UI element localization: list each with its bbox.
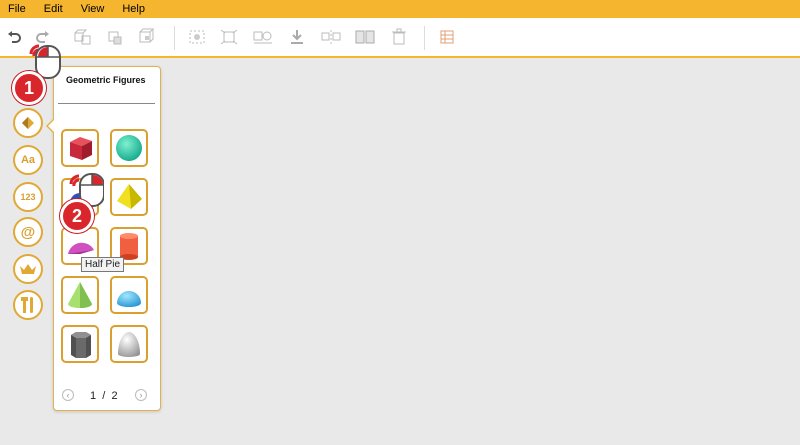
cube-icon [70, 137, 92, 160]
pyramid-icon [117, 184, 142, 209]
sphere-icon [116, 135, 142, 161]
shape-diamond-icon [22, 117, 34, 129]
transform-icon[interactable] [218, 26, 240, 48]
menu-file[interactable]: File [0, 0, 35, 18]
toolbar-separator [174, 26, 175, 50]
cone-shape[interactable] [61, 276, 99, 314]
panel-pointer-inner [48, 119, 55, 133]
select-icon[interactable] [186, 26, 208, 48]
prev-page-button[interactable]: ‹ [62, 389, 74, 401]
delete-icon[interactable] [388, 26, 410, 48]
mirror-icon[interactable] [320, 26, 342, 48]
cut-3d-icon[interactable] [104, 26, 126, 48]
sphere-shape[interactable] [110, 129, 148, 167]
panel-divider [58, 103, 155, 104]
numbers-button[interactable]: 123 [13, 182, 43, 212]
pyramid-shape[interactable] [110, 178, 148, 216]
tools-button[interactable] [13, 290, 43, 320]
step-2-marker: 2 [60, 199, 94, 233]
cone-icon [68, 282, 92, 308]
copy-3d-icon[interactable] [72, 26, 94, 48]
bell-icon [118, 332, 140, 357]
shapes-button[interactable] [13, 108, 43, 138]
total-pages: 2 [111, 390, 118, 402]
menu-help[interactable]: Help [113, 0, 154, 18]
menu-view[interactable]: View [72, 0, 114, 18]
page-separator: / [102, 390, 106, 402]
text-button[interactable]: Aa [13, 145, 43, 175]
symbols-button[interactable]: @ [13, 217, 43, 247]
current-page: 1 [90, 390, 97, 402]
menu-edit[interactable]: Edit [35, 0, 72, 18]
dome-icon [117, 291, 141, 307]
undo-icon[interactable] [3, 26, 25, 48]
paste-3d-icon[interactable] [136, 26, 158, 48]
crown-icon [20, 264, 36, 274]
toolbar [0, 18, 800, 58]
tooltip: Half Pie [81, 257, 125, 272]
toolbar-separator [424, 26, 425, 50]
tools-icon [21, 297, 33, 313]
pager: ‹ 1 / 2 › [60, 388, 152, 404]
next-page-button[interactable]: › [135, 389, 147, 401]
bell-shape[interactable] [110, 325, 148, 363]
table-icon[interactable] [436, 26, 458, 48]
crown-button[interactable] [13, 254, 43, 284]
step-1-marker: 1 [12, 71, 46, 105]
book-icon[interactable] [354, 26, 376, 48]
group-icon[interactable] [252, 26, 274, 48]
hexagonal-prism-icon [71, 332, 91, 358]
page-indicator: 1 / 2 [90, 390, 118, 402]
panel-title: Geometric Figures [66, 75, 146, 85]
menu-bar: File Edit View Help [0, 0, 800, 18]
cube-shape[interactable] [61, 129, 99, 167]
dome-shape[interactable] [110, 276, 148, 314]
prism-shape[interactable] [61, 325, 99, 363]
download-icon[interactable] [286, 26, 308, 48]
